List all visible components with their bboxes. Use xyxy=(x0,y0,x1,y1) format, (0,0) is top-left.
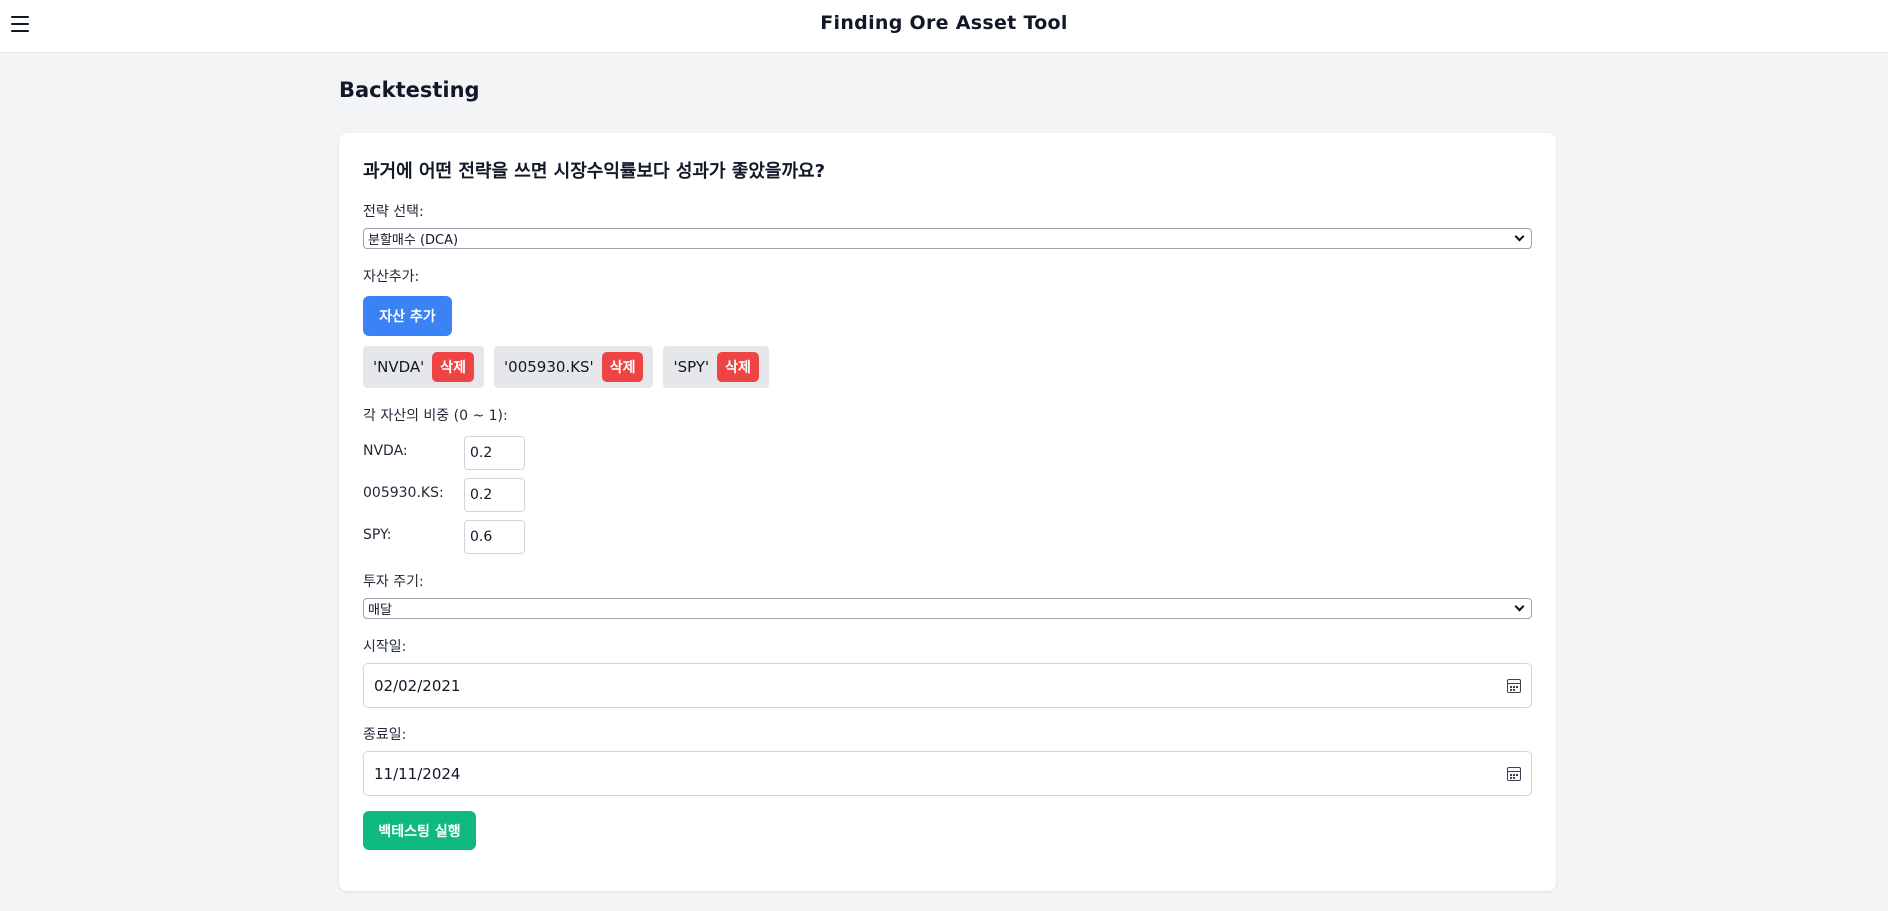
strategy-label: 전략 선택: xyxy=(363,204,424,220)
weight-input-005930[interactable]: 0.2 xyxy=(464,478,525,512)
weight-label-005930: 005930.KS: xyxy=(363,485,444,501)
start-date-input[interactable]: 02/02/2021 xyxy=(363,663,1532,708)
end-date-label: 종료일: xyxy=(363,727,407,743)
calendar-icon[interactable] xyxy=(1507,766,1521,781)
delete-asset-button[interactable]: 삭제 xyxy=(601,352,644,382)
period-label: 투자 주기: xyxy=(363,574,424,590)
asset-chip-list: 'NVDA' 삭제 '005930.KS' 삭제 'SPY' 삭제 xyxy=(363,346,769,388)
asset-chip-name: '005930.KS' xyxy=(504,358,594,376)
app-title: Finding Ore Asset Tool xyxy=(820,12,1068,34)
page-title: Backtesting xyxy=(339,78,480,102)
start-date-value: 02/02/2021 xyxy=(374,676,461,695)
asset-chip: 'SPY' 삭제 xyxy=(663,346,769,388)
add-asset-button[interactable]: 자산 추가 xyxy=(363,296,452,336)
period-select[interactable]: 매달 xyxy=(363,598,1532,619)
asset-chip: '005930.KS' 삭제 xyxy=(494,346,654,388)
weight-input-spy[interactable]: 0.6 xyxy=(464,520,525,554)
strategy-select[interactable]: 분할매수 (DCA) xyxy=(363,228,1532,249)
start-date-label: 시작일: xyxy=(363,639,407,655)
delete-asset-button[interactable]: 삭제 xyxy=(717,352,759,382)
top-bar: Finding Ore Asset Tool xyxy=(0,0,1888,53)
strategy-select-value: 분할매수 (DCA) xyxy=(368,233,459,248)
chevron-down-icon xyxy=(1514,601,1525,612)
asset-chip: 'NVDA' 삭제 xyxy=(363,346,485,388)
backtest-form-card: 과거에 어떤 전략을 쓰면 시장수익률보다 성과가 좋았을까요? 전략 선택: … xyxy=(339,133,1556,891)
chevron-down-icon xyxy=(1514,231,1525,242)
run-backtest-button[interactable]: 백테스팅 실행 xyxy=(363,811,476,850)
weight-input-nvda[interactable]: 0.2 xyxy=(464,436,525,470)
delete-asset-button[interactable]: 삭제 xyxy=(432,352,475,382)
weights-label: 각 자산의 비중 (0 ~ 1): xyxy=(363,408,508,424)
asset-chip-name: 'NVDA' xyxy=(373,358,425,376)
calendar-icon[interactable] xyxy=(1507,678,1521,693)
asset-chip-name: 'SPY' xyxy=(673,358,710,376)
weight-label-spy: SPY: xyxy=(363,527,392,543)
end-date-value: 11/11/2024 xyxy=(374,764,461,783)
add-asset-label: 자산추가: xyxy=(363,269,420,285)
period-select-value: 매달 xyxy=(368,603,392,618)
weight-label-nvda: NVDA: xyxy=(363,443,408,459)
form-question: 과거에 어떤 전략을 쓰면 시장수익률보다 성과가 좋았을까요? xyxy=(363,161,826,182)
end-date-input[interactable]: 11/11/2024 xyxy=(363,751,1532,796)
